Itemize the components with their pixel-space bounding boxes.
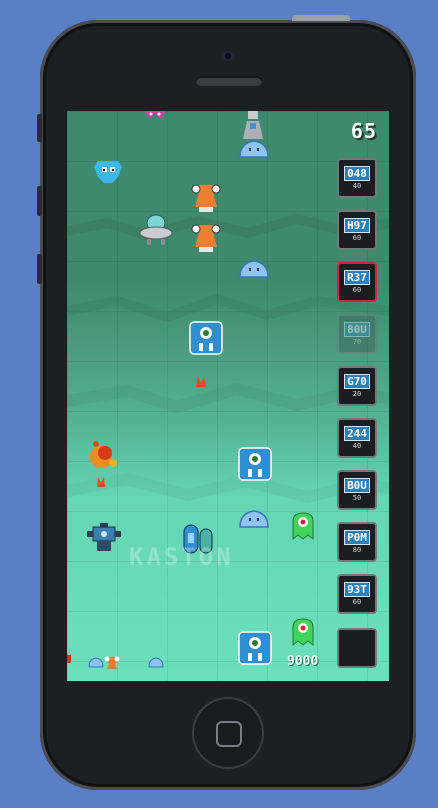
cyclops-tower[interactable] <box>238 447 272 481</box>
tower-slot-code: R37 <box>344 270 370 285</box>
orange-robot-enemy[interactable] <box>191 223 221 255</box>
fire-projectile <box>196 377 206 387</box>
mute-switch <box>37 114 42 142</box>
tower-slot-cost: 60 <box>352 286 362 294</box>
mini-enemy-wave <box>67 655 164 669</box>
tower-slot-244[interactable]: 244 40 <box>337 418 377 458</box>
tower-slot-cost: 70 <box>352 338 362 346</box>
pink-crab-enemy[interactable] <box>140 111 170 123</box>
rocket-enemy[interactable] <box>241 111 265 141</box>
tower-slot-code: 244 <box>344 426 370 441</box>
tower-slot-p0m[interactable]: P0M 80 <box>337 522 377 562</box>
power-button <box>292 15 350 21</box>
tower-slot-code: 93T <box>344 582 370 597</box>
tower-slot-code: 80U <box>344 322 370 337</box>
blue-skull-enemy[interactable] <box>92 159 124 187</box>
watermark-text: KASTON <box>129 543 234 571</box>
score-label: 65 <box>350 119 377 143</box>
tower-slot-cost: 40 <box>352 442 362 450</box>
green-alien-enemy[interactable] <box>290 617 316 649</box>
cyclops-tower[interactable] <box>238 631 272 665</box>
orange-robot-enemy[interactable] <box>191 183 221 215</box>
blue-slime-enemy[interactable] <box>238 259 270 279</box>
earpiece-speaker <box>196 76 262 86</box>
blue-slime-enemy[interactable] <box>238 509 270 529</box>
tower-slot-80u[interactable]: 80U 70 <box>337 314 377 354</box>
tower-slot-code: 048 <box>344 166 370 181</box>
tower-slot-b0u[interactable]: B0U 50 <box>337 470 377 510</box>
tower-slot-g70[interactable]: G70 20 <box>337 366 377 406</box>
game-screen[interactable]: 65 KASTON 9000 048 40 H97 60 R37 60 80U 70 G70 20… <box>67 111 389 681</box>
robot-turret-tower[interactable] <box>87 523 121 555</box>
tower-slot-93t[interactable]: 93T 60 <box>337 574 377 614</box>
money-label: 9000 <box>287 654 319 669</box>
home-button[interactable] <box>192 697 264 769</box>
tower-slot-cost: 60 <box>352 234 362 242</box>
tower-slot-cost: 60 <box>352 598 362 606</box>
tower-slot-048[interactable]: 048 40 <box>337 158 377 198</box>
tower-slot-h97[interactable]: H97 60 <box>337 210 377 250</box>
tower-slot-cost: 40 <box>352 182 362 190</box>
fire-projectile <box>97 477 105 487</box>
volume-down-button <box>37 254 42 284</box>
tower-slot-code: P0M <box>344 530 370 545</box>
blue-slime-enemy[interactable] <box>238 139 270 159</box>
tower-slot-cost: 20 <box>352 390 362 398</box>
front-camera <box>222 50 234 62</box>
tower-slot-cost: 50 <box>352 494 362 502</box>
volume-up-button <box>37 186 42 216</box>
home-square-icon <box>216 721 242 747</box>
tower-slot-code: G70 <box>344 374 370 389</box>
cyclops-tower[interactable] <box>189 321 223 355</box>
green-alien-enemy[interactable] <box>290 511 316 543</box>
ufo-enemy[interactable] <box>139 213 173 247</box>
tower-slot-code: B0U <box>344 478 370 493</box>
tower-slot-r37[interactable]: R37 60 <box>337 262 377 302</box>
tower-slot-code: H97 <box>344 218 370 233</box>
explosion-effect <box>90 441 117 468</box>
tower-slot-empty[interactable] <box>337 628 377 668</box>
tower-slot-cost: 80 <box>352 546 362 554</box>
